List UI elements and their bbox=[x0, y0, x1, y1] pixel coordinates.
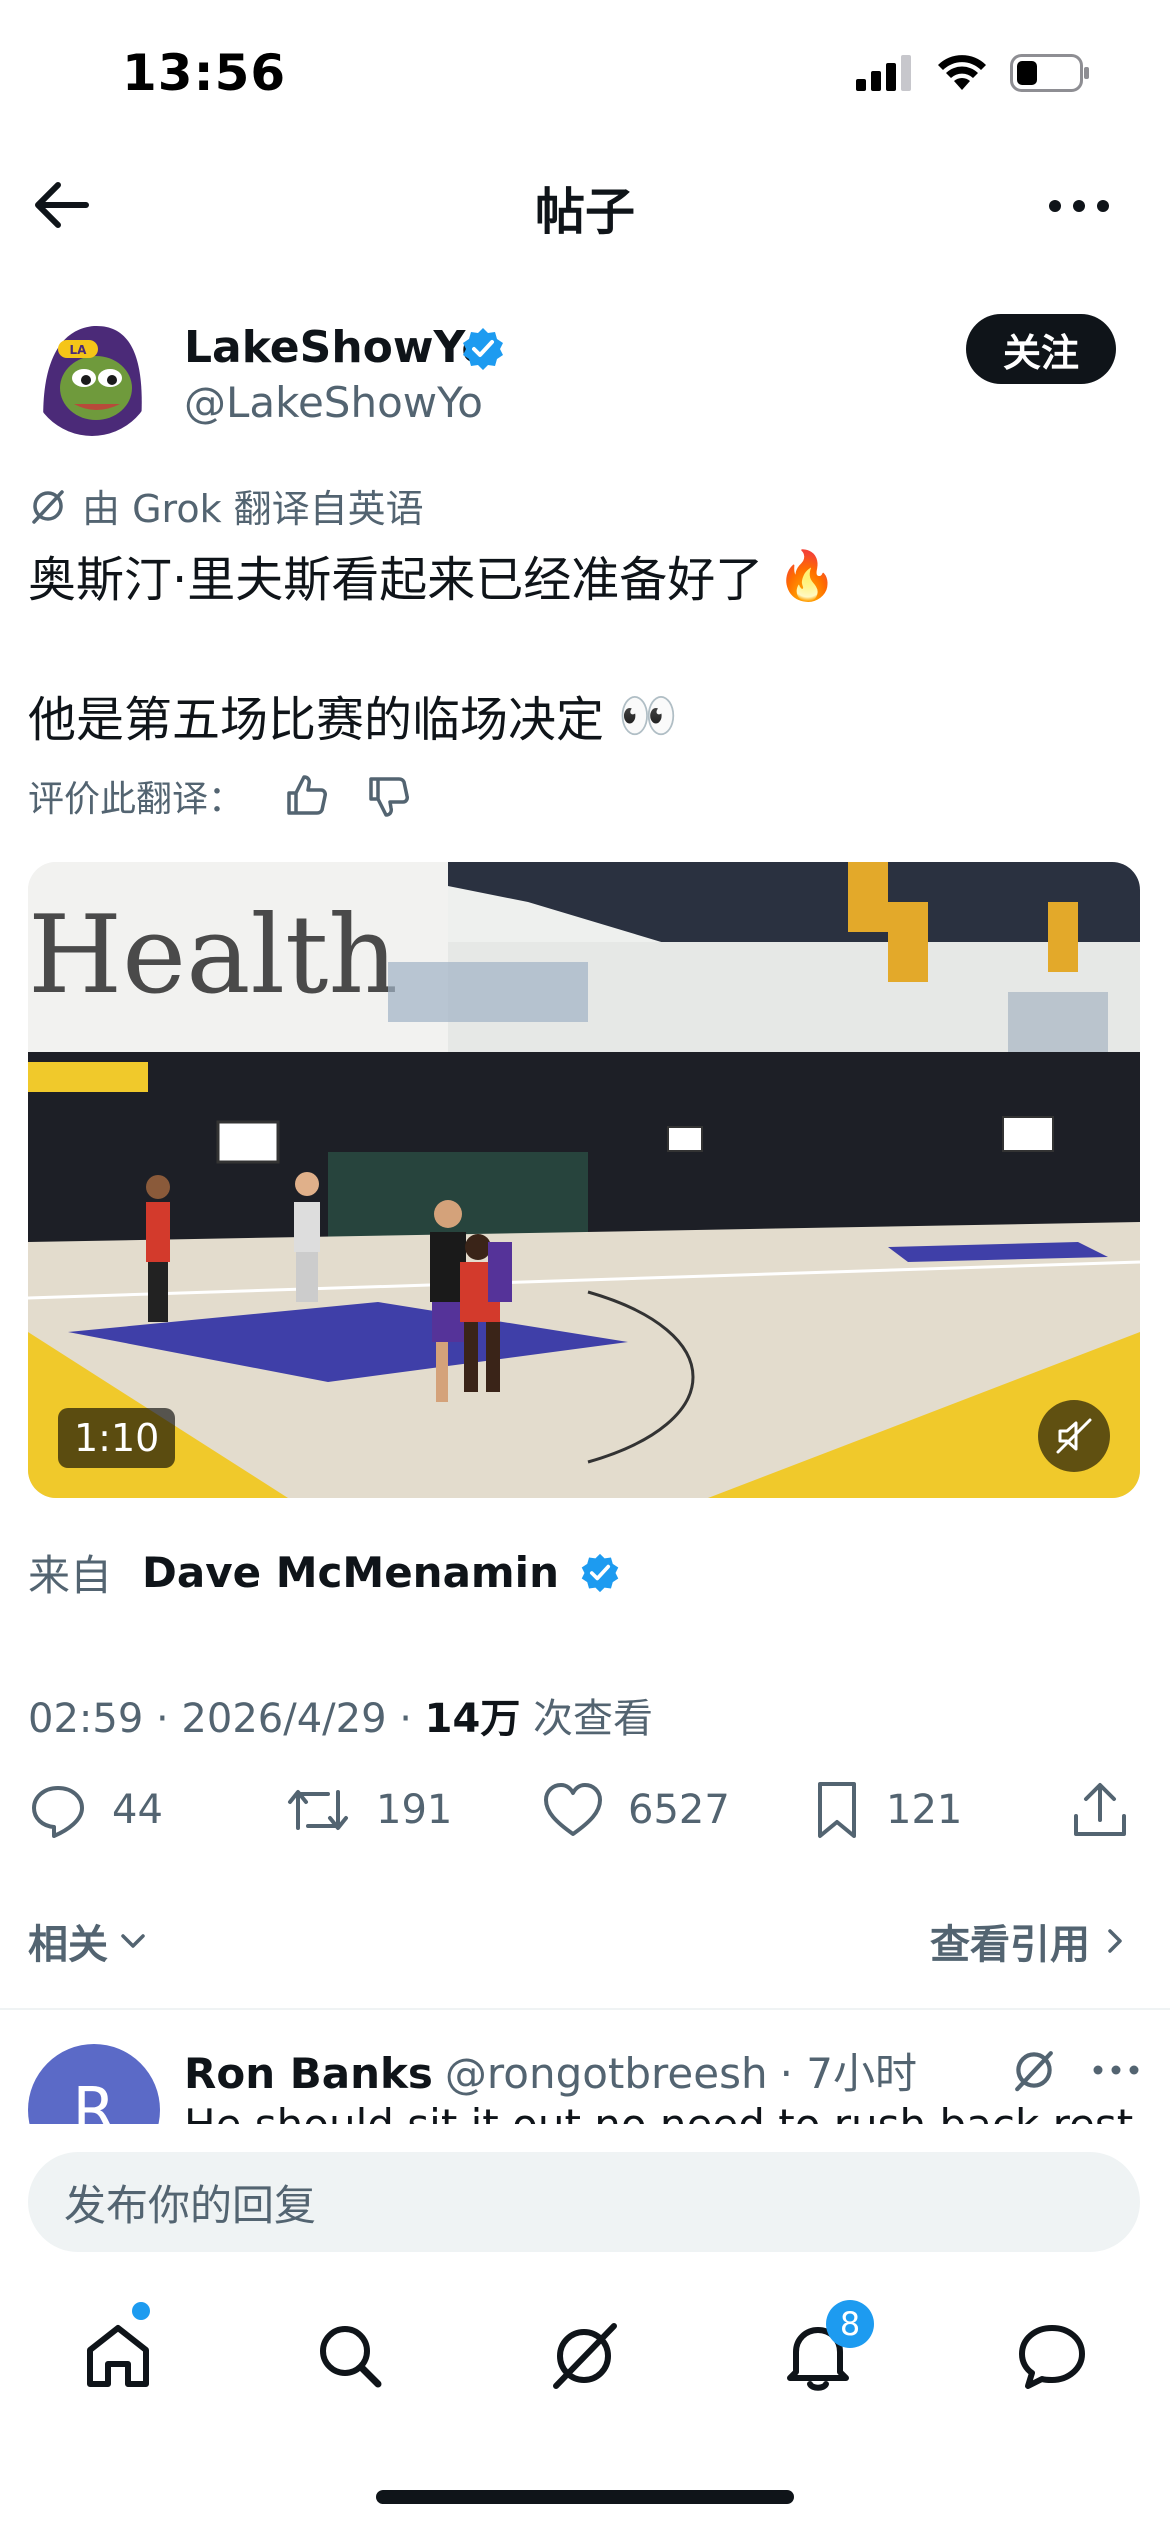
related-dropdown[interactable]: 相关 bbox=[28, 1912, 150, 1970]
verified-icon bbox=[581, 1553, 619, 1592]
more-icon bbox=[1049, 200, 1109, 212]
reply-author-handle[interactable]: @rongotbreesh bbox=[445, 2049, 768, 2098]
bookmark-button[interactable]: 121 bbox=[812, 1780, 962, 1840]
view-suffix: 次查看 bbox=[520, 1696, 654, 1742]
tweet-line2-text: 他是第五场比赛的临场决定 bbox=[28, 692, 605, 748]
more-button[interactable] bbox=[1046, 176, 1112, 236]
translation-note-text: 由 Grok 翻译自英语 bbox=[82, 487, 424, 531]
tweet-text-line2: 他是第五场比赛的临场决定 👀 bbox=[28, 680, 678, 750]
cellular-icon bbox=[856, 55, 911, 91]
author-handle[interactable]: @LakeShowYo bbox=[184, 378, 483, 427]
messages-icon bbox=[1019, 2325, 1085, 2389]
verified-badge bbox=[460, 326, 506, 372]
tab-home[interactable] bbox=[78, 2316, 158, 2396]
author-avatar[interactable]: LA bbox=[30, 312, 154, 436]
rate-translation: 评价此翻译： bbox=[28, 770, 412, 822]
repost-icon bbox=[288, 1790, 348, 1830]
wifi-icon bbox=[938, 55, 986, 90]
video-player[interactable]: Health bbox=[28, 862, 1140, 1498]
svg-text:Health: Health bbox=[28, 893, 398, 1018]
verified-icon bbox=[463, 328, 503, 370]
reply-count: 44 bbox=[112, 1787, 163, 1833]
notifications-badge: 8 bbox=[826, 2300, 874, 2348]
tweet-text-line1: 奥斯汀·里夫斯看起来已经准备好了 🔥 bbox=[28, 540, 837, 610]
like-count: 6527 bbox=[628, 1787, 730, 1833]
chevron-right-icon bbox=[1108, 1929, 1122, 1953]
post-meta: 02:59 · 2026/4/29 · 14万 次查看 bbox=[28, 1686, 653, 1744]
reply-icons bbox=[1010, 2046, 1140, 2094]
video-duration: 1:10 bbox=[58, 1408, 176, 1468]
translation-note[interactable]: 由 Grok 翻译自英语 bbox=[28, 478, 424, 533]
like-icon bbox=[544, 1783, 602, 1836]
repost-button[interactable]: 191 bbox=[284, 1780, 452, 1840]
fire-emoji: 🔥 bbox=[777, 547, 838, 604]
reply-input[interactable]: 发布你的回复 bbox=[28, 2152, 1140, 2252]
follow-button[interactable]: 关注 bbox=[966, 314, 1116, 384]
tweet-line1-text: 奥斯汀·里夫斯看起来已经准备好了 bbox=[28, 552, 764, 608]
mute-button[interactable] bbox=[1038, 1400, 1110, 1472]
grok-tab-icon bbox=[553, 2323, 617, 2389]
reply-time: · 7小时 bbox=[779, 2049, 918, 2098]
view-quotes-link[interactable]: 查看引用 bbox=[930, 1912, 1130, 1970]
source-prefix: 来自 bbox=[28, 1551, 113, 1600]
divider bbox=[0, 2008, 1170, 2010]
reply-icon bbox=[32, 1786, 84, 1838]
thumbs-down-icon bbox=[369, 777, 410, 817]
status-icons bbox=[856, 54, 1090, 92]
like-button[interactable]: 6527 bbox=[542, 1780, 730, 1840]
thumbs-down-button[interactable] bbox=[366, 773, 412, 819]
grok-icon[interactable] bbox=[1010, 2046, 1058, 2094]
reply-author-name[interactable]: Ron Banks bbox=[184, 2049, 433, 2098]
view-quotes-label: 查看引用 bbox=[930, 1922, 1090, 1968]
repost-count: 191 bbox=[376, 1787, 453, 1833]
reply-button[interactable]: 44 bbox=[28, 1780, 163, 1840]
source-name: Dave McMenamin bbox=[142, 1548, 559, 1597]
mute-icon bbox=[1056, 1418, 1092, 1454]
status-time: 13:56 bbox=[122, 44, 287, 102]
post-timestamp: 02:59 · 2026/4/29 · bbox=[28, 1696, 425, 1742]
more-icon[interactable] bbox=[1092, 2060, 1140, 2080]
home-icon bbox=[87, 2325, 149, 2387]
svg-text:LA: LA bbox=[70, 343, 88, 357]
tab-grok[interactable] bbox=[544, 2316, 624, 2396]
home-indicator bbox=[376, 2490, 794, 2504]
eyes-emoji: 👀 bbox=[618, 687, 678, 744]
tab-messages[interactable] bbox=[1012, 2316, 1092, 2396]
reply-header: Ron Banks @rongotbreesh · 7小时 bbox=[184, 2040, 917, 2101]
source-verified-badge bbox=[579, 1552, 621, 1594]
thumbs-up-button[interactable] bbox=[284, 773, 330, 819]
author-name[interactable]: LakeShowYo bbox=[184, 322, 492, 373]
search-icon bbox=[320, 2326, 382, 2388]
chevron-down-icon bbox=[121, 1934, 145, 1948]
rate-translation-label: 评价此翻译： bbox=[28, 779, 245, 820]
tab-search[interactable] bbox=[310, 2316, 390, 2396]
thumbs-up-icon bbox=[287, 775, 328, 815]
grok-icon bbox=[32, 489, 64, 524]
video-thumbnail: Health bbox=[28, 862, 1140, 1498]
video-source[interactable]: 来自 Dave McMenamin bbox=[28, 1542, 621, 1603]
view-count: 14万 bbox=[424, 1696, 521, 1742]
related-label: 相关 bbox=[28, 1922, 108, 1968]
bookmark-count: 121 bbox=[886, 1787, 963, 1833]
page-title: 帖子 bbox=[535, 183, 635, 241]
battery-icon bbox=[1010, 54, 1089, 92]
share-icon bbox=[1074, 1783, 1126, 1836]
share-button[interactable] bbox=[1070, 1780, 1130, 1840]
action-bar: 44 191 6527 121 bbox=[28, 1780, 1142, 1850]
bookmark-icon bbox=[818, 1782, 856, 1838]
home-unread-dot bbox=[132, 2302, 150, 2320]
